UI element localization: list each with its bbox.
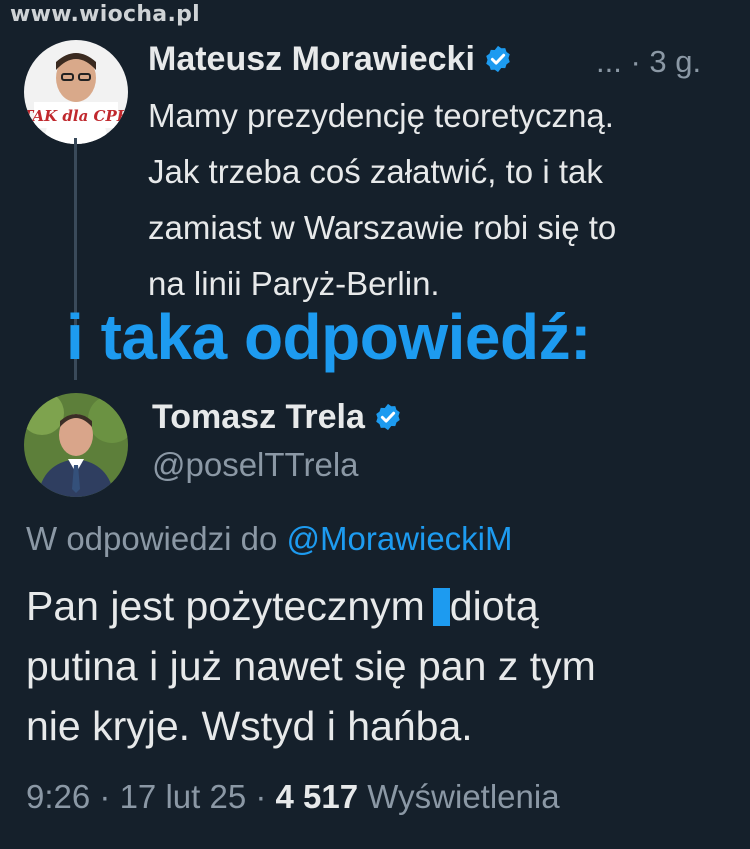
watermark: www.wiocha.pl (10, 2, 200, 27)
reply-line-end: diotą (449, 583, 539, 629)
tweet-meta: ... · 3 g. (596, 44, 701, 80)
tweet-line: Mamy prezydencję teoretyczną. (148, 97, 614, 134)
post-date[interactable]: 17 lut 25 (120, 778, 247, 815)
overlay-caption: i taka odpowiedź: (66, 301, 591, 373)
views-label: Wyświetlenia (367, 778, 560, 815)
verified-badge-icon (373, 402, 403, 441)
tweet-line: Jak trzeba coś załatwić, to i tak (148, 153, 603, 190)
reply-mention-link[interactable]: @MorawieckiM (286, 520, 512, 557)
reply-line: Pan jest pożytecznym diotą (26, 576, 726, 636)
author-name[interactable]: Mateusz Morawiecki (148, 40, 475, 78)
avatar-morawiecki[interactable]: TAK dla CPK (24, 40, 128, 144)
timestamp[interactable]: 3 g. (649, 44, 701, 79)
reply-text: Pan jest pożytecznym diotą putina i już n… (26, 576, 726, 756)
reply-context: W odpowiedzi do @MorawieckiM (26, 520, 513, 558)
reply-line-start: Pan jest pożytecznym (26, 583, 425, 629)
verified-badge-icon (483, 44, 513, 83)
separator: · (255, 778, 267, 815)
tweet-footer: 9:26 · 17 lut 25 · 4 517 Wyświetlenia (26, 778, 560, 816)
post-time[interactable]: 9:26 (26, 778, 90, 815)
more-options[interactable]: ... (596, 44, 622, 79)
separator: · (630, 44, 641, 79)
author-name-trela[interactable]: Tomasz Trela (152, 398, 403, 441)
svg-text:TAK dla CPK: TAK dla CPK (24, 107, 128, 125)
text-cursor (432, 588, 450, 626)
views-count: 4 517 (275, 778, 359, 815)
author-name[interactable]: Tomasz Trela (152, 398, 365, 436)
reply-line: nie kryje. Wstyd i hańba. (26, 703, 473, 749)
author-name-morawiecki[interactable]: Mateusz Morawiecki (148, 40, 513, 83)
reply-prefix: W odpowiedzi do (26, 520, 278, 557)
separator: · (99, 778, 111, 815)
avatar-trela[interactable] (24, 393, 128, 497)
tweet-line: zamiast w Warszawie robi się to (148, 209, 617, 246)
author-handle[interactable]: @poselTTrela (152, 446, 359, 484)
reply-line: putina i już nawet się pan z tym (26, 643, 596, 689)
tweet-text: Mamy prezydencję teoretyczną. Jak trzeba… (148, 88, 738, 312)
